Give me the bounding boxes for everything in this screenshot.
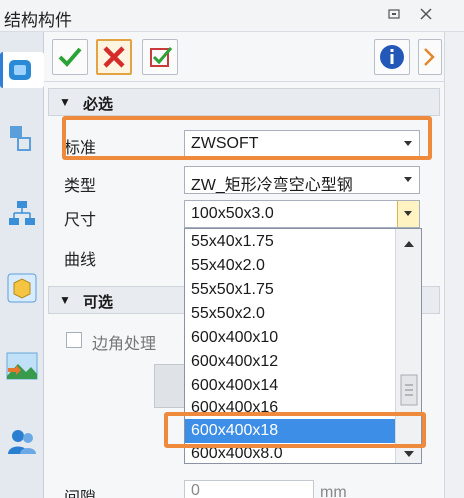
- image-tab[interactable]: [4, 348, 40, 384]
- type-combo[interactable]: ZW_矩形冷弯空心型钢: [184, 166, 420, 194]
- size-option[interactable]: 600x400x10: [191, 329, 278, 347]
- ok-button[interactable]: [52, 39, 88, 75]
- frame-tab[interactable]: [4, 120, 40, 156]
- collapse-triangle-icon: ▼: [59, 293, 71, 307]
- title-bar: 结构构件: [0, 0, 464, 32]
- size-option[interactable]: 55x40x2.0: [191, 257, 265, 275]
- optional-section-title: 可选: [83, 294, 114, 311]
- size-label: 尺寸: [64, 212, 97, 229]
- size-option[interactable]: 55x40x1.75: [191, 233, 274, 251]
- type-label: 类型: [64, 178, 97, 195]
- size-combo[interactable]: 100x50x3.0: [184, 200, 420, 228]
- box-tab[interactable]: [4, 270, 40, 306]
- apply-button[interactable]: [142, 39, 178, 75]
- dropdown-arrow-icon: [404, 211, 412, 216]
- size-option[interactable]: 55x50x2.0: [191, 305, 265, 323]
- corner-checkbox[interactable]: [66, 332, 82, 348]
- hierarchy-tab[interactable]: [4, 196, 40, 232]
- curve-label: 曲线: [64, 252, 97, 269]
- size-option[interactable]: 55x50x1.75: [191, 281, 274, 299]
- check-icon: [58, 47, 82, 67]
- size-option[interactable]: 600x400x14: [191, 377, 278, 395]
- user-icon: [8, 430, 36, 454]
- pin-icon[interactable]: [386, 7, 402, 23]
- size-value: 100x50x3.0: [191, 205, 274, 222]
- option-highlight-box: [164, 412, 426, 448]
- panel-scrollbar[interactable]: [444, 32, 464, 498]
- size-option[interactable]: 600x400x12: [191, 353, 278, 371]
- info-button[interactable]: [374, 39, 410, 75]
- gap-value: 0: [191, 482, 200, 498]
- landscape-icon: [6, 352, 38, 380]
- box-icon: [7, 273, 37, 303]
- gap-field[interactable]: 0: [184, 480, 314, 498]
- corner-label: 边角处理: [92, 336, 157, 353]
- standard-highlight-box: [62, 116, 432, 160]
- structure-member-tab[interactable]: [0, 52, 44, 88]
- info-icon: [380, 45, 404, 69]
- apply-icon: [150, 47, 173, 67]
- required-section-header[interactable]: ▼ 必选: [48, 88, 440, 116]
- gap-unit: mm: [320, 484, 347, 498]
- user-tab[interactable]: [4, 424, 40, 460]
- close-icon[interactable]: [418, 7, 434, 23]
- cancel-button[interactable]: [96, 39, 132, 75]
- action-toolbar: [44, 32, 444, 82]
- left-toolbar: [0, 32, 44, 498]
- window-title: 结构构件: [4, 11, 72, 30]
- arrow-right-icon: [424, 48, 435, 66]
- type-value: ZW_矩形冷弯空心型钢: [191, 177, 353, 194]
- expand-button[interactable]: [418, 39, 442, 75]
- frame-icon: [10, 126, 31, 151]
- hierarchy-icon: [9, 201, 35, 225]
- dropdown-arrow-icon: [404, 177, 412, 182]
- collapse-triangle-icon: ▼: [59, 95, 71, 109]
- cube-icon: [9, 60, 31, 80]
- gap-label: 间隙: [64, 484, 96, 498]
- required-section-title: 必选: [83, 96, 114, 113]
- close-x-icon: [103, 46, 125, 68]
